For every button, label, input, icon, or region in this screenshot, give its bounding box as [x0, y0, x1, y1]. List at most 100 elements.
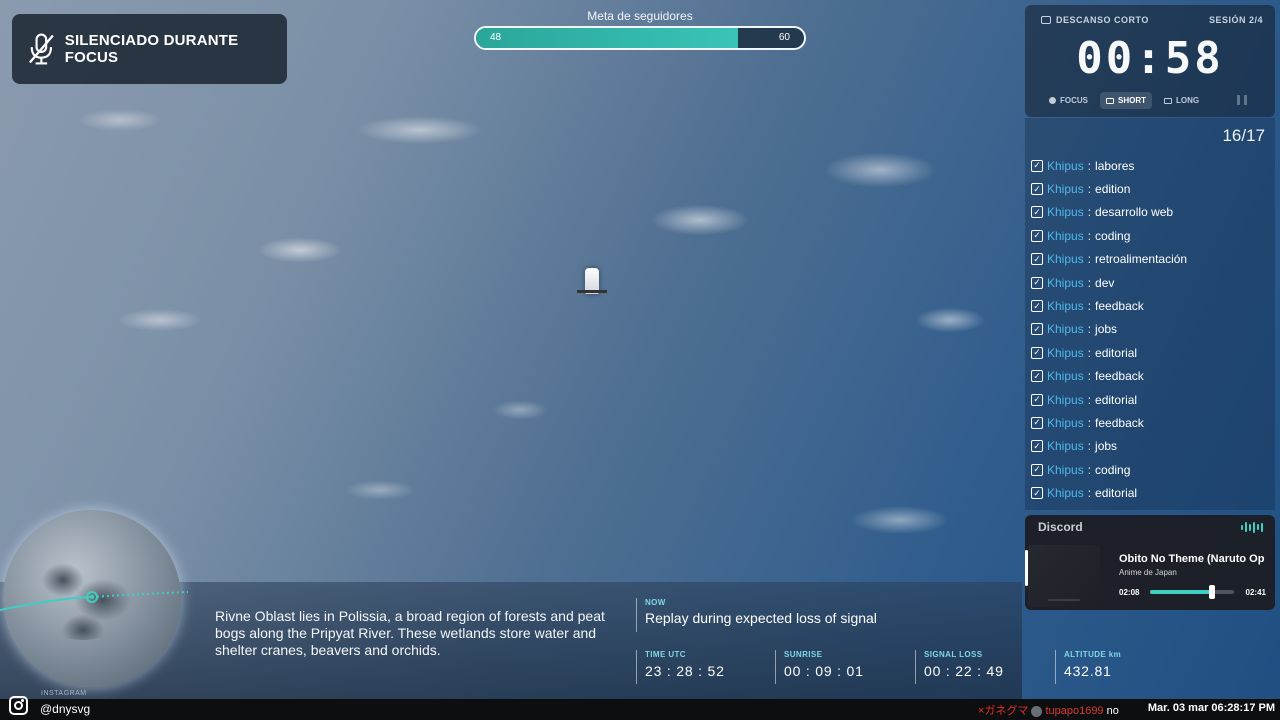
checkbox[interactable]: ✓: [1031, 463, 1043, 476]
checkbox[interactable]: ✓: [1031, 159, 1043, 172]
stat-label: SIGNAL LOSS: [924, 650, 983, 659]
tab-focus[interactable]: FOCUS: [1043, 92, 1094, 109]
task-name: editorial: [1095, 486, 1138, 501]
orbit-path: [0, 591, 188, 611]
task-prefix: Khipus: [1047, 345, 1084, 360]
task-count: 16/17: [1222, 126, 1265, 145]
goal-progress-fill: [476, 28, 739, 48]
chat-username: tupapo1699: [1045, 705, 1104, 717]
task-item: ✓ Khipus: retroalimentación: [1031, 248, 1187, 271]
pause-icon[interactable]: [1237, 95, 1247, 105]
task-item: ✓ Khipus: coding: [1031, 224, 1187, 247]
task-item: ✓ Khipus: editorial: [1031, 388, 1187, 411]
checkbox[interactable]: ✓: [1031, 323, 1043, 336]
task-prefix: Khipus: [1047, 158, 1084, 173]
task-item: ✓ Khipus: feedback: [1031, 411, 1187, 434]
checkbox[interactable]: ✓: [1031, 183, 1043, 196]
task-separator: :: [1087, 252, 1092, 267]
task-name: jobs: [1095, 322, 1118, 337]
goal-progress-bar: 48 60: [474, 26, 806, 50]
task-separator: :: [1087, 415, 1092, 430]
checkbox[interactable]: ✓: [1031, 440, 1043, 453]
chat-avatar: [1031, 705, 1043, 717]
stat-value: 00 : 22 : 49: [924, 663, 1004, 679]
pomodoro-mode-label: DESCANSO CORTO: [1056, 15, 1149, 25]
task-prefix: Khipus: [1047, 275, 1084, 290]
task-separator: :: [1087, 462, 1092, 477]
spacecraft-image: [577, 268, 607, 294]
checkbox[interactable]: ✓: [1031, 346, 1043, 359]
task-separator: :: [1087, 322, 1092, 337]
task-prefix: Khipus: [1047, 182, 1084, 197]
task-item: ✓ Khipus: edition: [1031, 177, 1187, 200]
coffee-icon: [1106, 97, 1114, 104]
task-separator: :: [1087, 158, 1092, 173]
stat-signal-loss: SIGNAL LOSS 00 : 22 : 49: [915, 650, 1004, 684]
track-artist: Anime de Japan: [1119, 568, 1177, 577]
stat-value: 00 : 09 : 01: [784, 663, 864, 679]
task-name: editorial: [1095, 392, 1138, 407]
follower-goal: Meta de seguidores 48 60: [474, 9, 806, 50]
discord-title: Discord: [1038, 520, 1083, 534]
mic-off-icon: [28, 33, 54, 65]
track-progress-bar[interactable]: [1150, 585, 1234, 599]
task-list: ✓ Khipus: labores ✓ Khipus: edition ✓ Khipus: de…: [1031, 154, 1187, 505]
stat-label: TIME UTC: [645, 650, 686, 659]
task-prefix: Khipus: [1047, 392, 1084, 407]
task-separator: :: [1087, 392, 1092, 407]
tab-long-label: LONG: [1176, 96, 1200, 105]
task-separator: :: [1087, 205, 1092, 220]
stat-time-utc: TIME UTC 23 : 28 : 52: [636, 650, 725, 684]
task-separator: :: [1087, 182, 1092, 197]
chat-username: ×ガネグマ: [978, 705, 1029, 717]
instagram-icon: [9, 696, 28, 715]
equalizer-icon: [1241, 521, 1263, 533]
chat-message: no: [1106, 705, 1119, 717]
task-prefix: Khipus: [1047, 299, 1084, 314]
task-item: ✓ Khipus: labores: [1031, 154, 1187, 177]
mute-badge: SILENCIADO DURANTE FOCUS: [12, 14, 287, 84]
checkbox[interactable]: ✓: [1031, 416, 1043, 429]
checkbox[interactable]: ✓: [1031, 276, 1043, 289]
checkbox[interactable]: ✓: [1031, 253, 1043, 266]
tab-short[interactable]: SHORT: [1100, 92, 1152, 109]
task-separator: :: [1087, 228, 1092, 243]
tab-short-label: SHORT: [1118, 96, 1146, 105]
stat-label: SUNRISE: [784, 650, 823, 659]
checkbox[interactable]: ✓: [1031, 229, 1043, 242]
track-progress-fill: [1150, 590, 1213, 594]
instagram-label: INSTAGRAM: [41, 690, 87, 697]
task-name: desarrollo web: [1095, 205, 1174, 220]
checkbox[interactable]: ✓: [1031, 300, 1043, 313]
stat-value: 23 : 28 : 52: [645, 663, 725, 679]
goal-title: Meta de seguidores: [587, 9, 693, 23]
now-label: NOW: [645, 598, 666, 607]
task-separator: :: [1087, 275, 1092, 290]
tab-long[interactable]: LONG: [1158, 92, 1205, 109]
task-name: coding: [1095, 462, 1131, 477]
checkbox[interactable]: ✓: [1031, 370, 1043, 383]
task-item: ✓ Khipus: editorial: [1031, 341, 1187, 364]
task-item: ✓ Khipus: dev: [1031, 271, 1187, 294]
task-separator: :: [1087, 439, 1092, 454]
pomodoro-mode: DESCANSO CORTO: [1041, 15, 1149, 25]
task-prefix: Khipus: [1047, 252, 1084, 267]
bottom-bar: @dnysvg ×ガネグマ tupapo1699 no Mar. 03 mar 0…: [0, 696, 1280, 720]
task-separator: :: [1087, 486, 1092, 501]
stat-sunrise: SUNRISE 00 : 09 : 01: [775, 650, 864, 684]
clock: Mar. 03 mar 06:28:17 PM: [1147, 702, 1275, 714]
task-prefix: Khipus: [1047, 486, 1084, 501]
task-prefix: Khipus: [1047, 369, 1084, 384]
location-description: Rivne Oblast lies in Polissia, a broad r…: [215, 608, 605, 658]
task-separator: :: [1087, 345, 1092, 360]
checkbox[interactable]: ✓: [1031, 487, 1043, 500]
track-progress-knob[interactable]: [1209, 585, 1216, 599]
task-panel: 16/17 ✓ Khipus: labores ✓ Khipus: edition ✓ Khi…: [1025, 118, 1275, 510]
checkbox[interactable]: ✓: [1031, 206, 1043, 219]
task-prefix: Khipus: [1047, 439, 1084, 454]
goal-target: 60: [778, 32, 790, 43]
task-name: retroalimentación: [1095, 252, 1188, 267]
now-text: Replay during expected loss of signal: [645, 610, 877, 626]
task-prefix: Khipus: [1047, 322, 1084, 337]
checkbox[interactable]: ✓: [1031, 393, 1043, 406]
